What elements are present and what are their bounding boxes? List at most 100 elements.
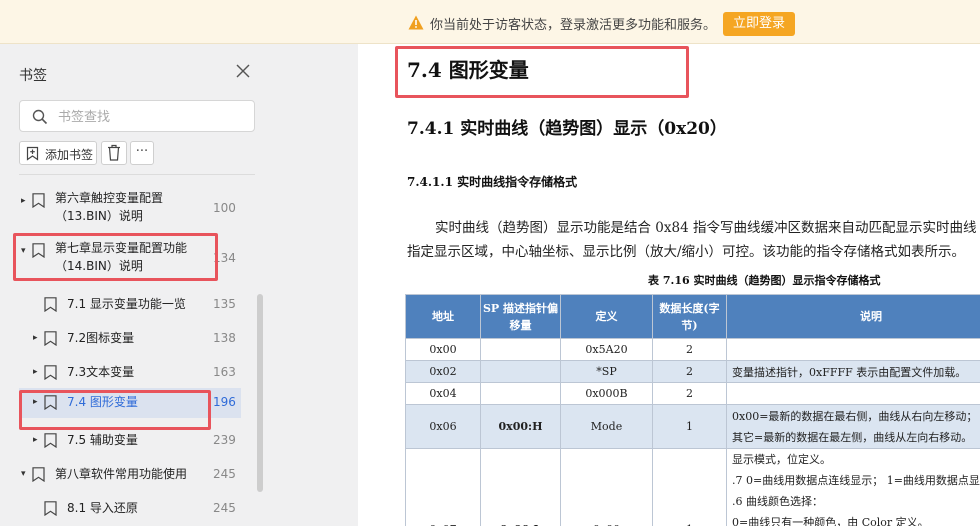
bookmark-icon [44, 365, 57, 380]
expand-arrow-icon[interactable]: ▸ [21, 196, 26, 206]
table-header-cell: 地址 [405, 294, 481, 339]
table-cell [726, 382, 980, 405]
guest-notice-text: 你当前处于访客状态，登录激活更多功能和服务。 [430, 18, 717, 33]
delete-bookmark-button[interactable] [101, 141, 127, 165]
table-cell: 2 [652, 360, 727, 383]
table-cell: 0x5A20 [560, 338, 653, 361]
table-cell: 1 [652, 448, 727, 526]
table-cell: 2 [652, 338, 727, 361]
bookmark-page: 239 [213, 433, 236, 447]
close-icon[interactable] [234, 62, 252, 80]
bookmark-page: 138 [213, 331, 236, 345]
bookmark-icon [44, 331, 57, 346]
table-cell: 0x00=最新的数据在最右侧，曲线从右向左移动； 其它=最新的数据在最左侧，曲线… [726, 404, 980, 449]
bookmark-label: 7.1 显示变量功能一览 [67, 297, 186, 311]
expand-arrow-icon[interactable]: ▸ [33, 333, 38, 343]
bookmark-page: 196 [213, 395, 236, 409]
body-paragraph: 实时曲线（趋势图）显示功能是结合 0x84 指令写曲线缓冲区数据来自动匹配显示实… [407, 216, 980, 264]
bookmark-icon [32, 467, 45, 482]
bookmark-label: 第六章触控变量配置 [55, 191, 164, 205]
bookmark-label: 8.1 导入还原 [67, 501, 138, 515]
table-cell: 变量描述指针，0xFFFF 表示由配置文件加载。 [726, 360, 980, 383]
bookmark-item-7-4[interactable]: ▸ 7.4 图形变量 196 [19, 388, 241, 418]
table-header-cell: 定义 [560, 294, 653, 339]
bookmark-search-box[interactable] [19, 100, 255, 132]
bookmark-page: 245 [213, 501, 236, 515]
table-cell [480, 360, 561, 383]
table-cell: 0x06 [405, 404, 481, 449]
bookmark-item-8-1[interactable]: 8.1 导入还原 245 [0, 496, 245, 522]
bookmark-icon [44, 501, 57, 516]
bookmark-item-chapter6[interactable]: ▸ 第六章触控变量配置 （13.BIN）说明 100 [0, 187, 245, 229]
paragraph-line: 实时曲线（趋势图）显示功能是结合 0x84 指令写曲线缓冲区数据来自动匹配显示实… [435, 220, 977, 236]
login-button[interactable]: 立即登录 [723, 12, 795, 36]
table-cell: Mode [560, 404, 653, 449]
table-cell: 显示模式，位定义。 .7 0=曲线用数据点连线显示； 1=曲线用数据点显示。 .… [726, 448, 980, 526]
table-cell: 0x00 [560, 448, 653, 526]
bookmark-page: 163 [213, 365, 236, 379]
bookmark-search-input[interactable] [58, 107, 248, 127]
paragraph-line: 指定显示区域，中心轴坐标、显示比例（放大/缩小）可控。该功能的指令存储格式如表所… [407, 244, 966, 260]
bookmark-label: 7.4 图形变量 [67, 395, 138, 409]
table-cell: 0x02 [405, 360, 481, 383]
guest-notice-bar: 你当前处于访客状态，登录激活更多功能和服务。 立即登录 [0, 0, 980, 44]
bookmark-label-line2: （14.BIN）说明 [55, 259, 143, 273]
add-bookmark-button[interactable]: 添加书签 [19, 141, 97, 165]
bookmark-page: 100 [213, 201, 236, 215]
bookmark-label: 7.2图标变量 [67, 331, 135, 345]
bookmark-item-7-2[interactable]: ▸ 7.2图标变量 138 [0, 326, 245, 352]
collapse-arrow-icon[interactable]: ▾ [21, 246, 26, 256]
expand-arrow-icon[interactable]: ▸ [33, 435, 38, 445]
table-cell: 0x07 [405, 448, 481, 526]
bookmark-icon [44, 433, 57, 448]
table-cell: 0x04 [405, 382, 481, 405]
bookmark-label-line2: （13.BIN）说明 [55, 209, 143, 223]
table-cell: 0x00:L [480, 448, 561, 526]
table-header-row: 地址 SP 描述指针偏移量 定义 数据长度(字节) 说明 [405, 294, 980, 339]
divider [19, 174, 255, 175]
bookmark-item-7-3[interactable]: ▸ 7.3文本变量 163 [0, 360, 245, 386]
bookmark-label: 第七章显示变量配置功能 [55, 241, 188, 255]
table-caption: 表 7.16 实时曲线（趋势图）显示指令存储格式 [648, 274, 881, 287]
bookmark-page: 134 [213, 251, 236, 265]
cell-line: 0x00=最新的数据在最右侧，曲线从右向左移动； [732, 409, 978, 423]
table-cell [480, 382, 561, 405]
bookmark-label: 7.3文本变量 [67, 365, 135, 379]
search-icon [32, 109, 48, 125]
bookmark-item-7-1[interactable]: 7.1 显示变量功能一览 135 [0, 292, 245, 318]
bookmark-item-chapter8[interactable]: ▾ 第八章软件常用功能使用 245 [0, 462, 245, 488]
sidebar-scrollbar[interactable] [257, 294, 263, 492]
more-options-button[interactable]: ··· [130, 141, 154, 165]
table-row: 0x04 0x000B 2 [405, 382, 980, 405]
warning-icon [408, 15, 424, 30]
expand-arrow-icon[interactable]: ▸ [33, 397, 38, 407]
table-header-cell: 说明 [726, 294, 980, 339]
table-header-cell: 数据长度(字节) [652, 294, 727, 339]
table-cell [480, 338, 561, 361]
expand-arrow-icon[interactable]: ▸ [33, 367, 38, 377]
bookmark-page: 135 [213, 297, 236, 311]
subsection-heading: 7.4.1 实时曲线（趋势图）显示（0x20） [407, 119, 727, 139]
collapse-arrow-icon[interactable]: ▾ [21, 469, 26, 479]
cell-line: 0=曲线只有一种颜色，由 Color 定义。 [732, 516, 929, 526]
table-row: 0x00 0x5A20 2 [405, 338, 980, 361]
bookmark-item-7-5[interactable]: ▸ 7.5 辅助变量 239 [0, 428, 245, 454]
bookmark-label: 7.5 辅助变量 [67, 433, 138, 447]
table-cell: 2 [652, 382, 727, 405]
cell-line: .6 曲线颜色选择： [732, 495, 823, 508]
cell-line: 显示模式，位定义。 [732, 453, 831, 466]
table-header-cell: SP 描述指针偏移量 [480, 294, 561, 339]
bookmark-icon [32, 193, 45, 208]
bookmark-panel: 书签 添加书签 ··· ▸ 第六章触控变量配置 （13.BIN）说明 1 [0, 44, 358, 526]
bookmark-item-chapter7[interactable]: ▾ 第七章显示变量配置功能 （14.BIN）说明 134 [0, 237, 245, 279]
section-heading: 7.4 图形变量 [407, 58, 529, 82]
table-cell: *SP [560, 360, 653, 383]
bookmark-page: 245 [213, 467, 236, 481]
cell-line: .7 0=曲线用数据点连线显示； 1=曲线用数据点显示。 [732, 474, 980, 487]
command-format-table: 地址 SP 描述指针偏移量 定义 数据长度(字节) 说明 0x00 0x5A20… [405, 294, 980, 526]
cell-line: 其它=最新的数据在最左侧，曲线从左向右移动。 [732, 430, 973, 444]
bookmark-icon [44, 297, 57, 312]
table-row: 0x02 *SP 2 变量描述指针，0xFFFF 表示由配置文件加载。 [405, 360, 980, 383]
panel-title: 书签 [19, 68, 47, 84]
add-bookmark-icon [26, 146, 39, 161]
